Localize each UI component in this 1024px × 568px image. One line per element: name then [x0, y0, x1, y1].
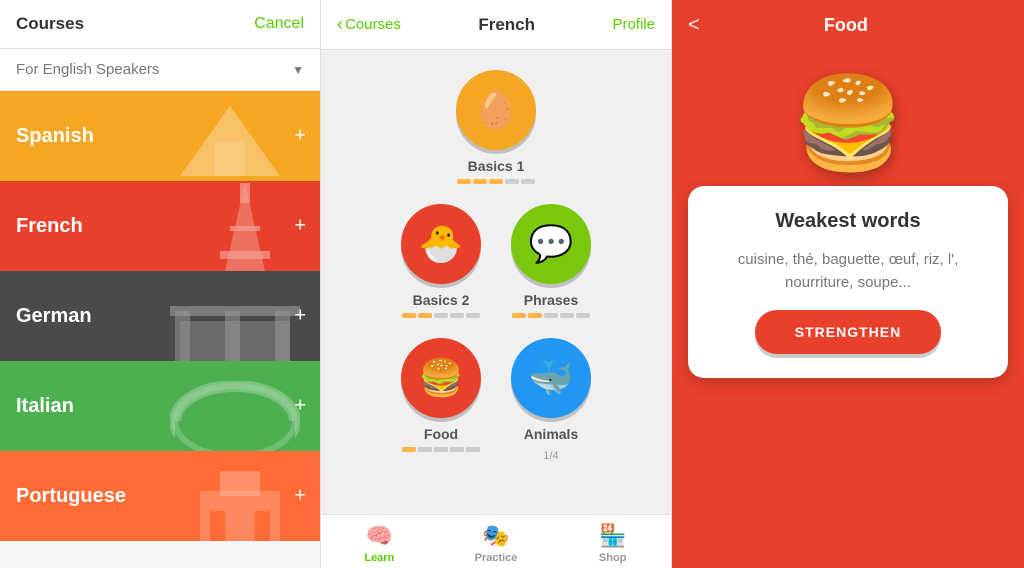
progress-segment: [473, 179, 487, 184]
course-item-german[interactable]: German +: [0, 271, 320, 361]
progress-segment: [434, 313, 448, 318]
skill-food[interactable]: 🍔 Food: [401, 338, 481, 462]
progress-segment: [544, 313, 558, 318]
back-label: Courses: [345, 16, 401, 33]
cancel-button[interactable]: Cancel: [254, 15, 304, 33]
progress-segment: [450, 313, 464, 318]
skill-progress-phrases: [512, 313, 590, 318]
french-header: ‹ Courses French Profile: [321, 0, 671, 50]
weakest-words-title: Weakest words: [775, 210, 920, 233]
add-course-icon[interactable]: +: [294, 395, 306, 418]
progress-segment: [434, 447, 448, 452]
add-course-icon[interactable]: +: [294, 485, 306, 508]
skills-container: 🥚 Basics 1 🐣 Basics 2 💬 Phrases 🍔 Food: [321, 50, 671, 514]
tab-label-practice: Practice: [475, 552, 518, 564]
progress-segment: [402, 447, 416, 452]
progress-segment: [489, 179, 503, 184]
burger-icon: 🍔: [792, 71, 904, 176]
progress-segment: [576, 313, 590, 318]
add-course-icon[interactable]: +: [294, 305, 306, 328]
skill-name-basics2: Basics 2: [413, 292, 470, 308]
skill-bubble-basics2[interactable]: 🐣: [401, 204, 481, 284]
courses-title: Courses: [16, 14, 84, 34]
skill-bubble-basics1[interactable]: 🥚: [456, 70, 536, 150]
tab-label-learn: Learn: [364, 552, 394, 564]
food-title: Food: [712, 15, 980, 36]
shop-icon: 🏪: [599, 523, 626, 549]
progress-segment: [512, 313, 526, 318]
weakest-words-list: cuisine, thé, baguette, œuf, riz, l', no…: [708, 249, 988, 294]
course-item-french[interactable]: French +: [0, 181, 320, 271]
progress-segment: [521, 179, 535, 184]
skill-name-basics1: Basics 1: [468, 158, 525, 174]
skill-name-food: Food: [424, 426, 458, 442]
practice-icon: 🎭: [482, 523, 509, 549]
filter-label: For English Speakers: [16, 61, 292, 78]
add-course-icon[interactable]: +: [294, 125, 306, 148]
profile-button[interactable]: Profile: [612, 16, 655, 33]
skill-name-phrases: Phrases: [524, 292, 578, 308]
course-item-italian[interactable]: Italian +: [0, 361, 320, 451]
dropdown-arrow-icon: ▼: [292, 63, 304, 77]
skill-basics1[interactable]: 🥚 Basics 1: [456, 70, 536, 184]
skill-progress-food: [402, 447, 480, 452]
skill-progress-basics1: [457, 179, 535, 184]
progress-segment: [418, 447, 432, 452]
skill-bubble-animals[interactable]: 🐳: [511, 338, 591, 418]
french-title: French: [478, 15, 535, 35]
filter-row[interactable]: For English Speakers ▼: [0, 49, 320, 91]
burger-illustration: 🍔: [672, 51, 1024, 186]
progress-segment: [560, 313, 574, 318]
skill-animals[interactable]: 🐳 Animals 1/4: [511, 338, 591, 462]
back-icon[interactable]: <: [688, 14, 700, 37]
food-header: < Food: [672, 0, 1024, 51]
tab-label-shop: Shop: [599, 552, 627, 564]
food-panel: < Food 🍔 Weakest words cuisine, thé, bag…: [672, 0, 1024, 568]
skill-phrases[interactable]: 💬 Phrases: [511, 204, 591, 318]
course-name: Spanish: [16, 125, 94, 148]
weakest-words-card: Weakest words cuisine, thé, baguette, œu…: [688, 186, 1008, 378]
course-name: German: [16, 305, 92, 328]
progress-segment: [466, 313, 480, 318]
progress-segment: [402, 313, 416, 318]
back-to-courses-button[interactable]: ‹ Courses: [337, 14, 401, 35]
tab-learn[interactable]: 🧠 Learn: [321, 523, 438, 564]
course-list: Spanish + French + German + Italian + Po…: [0, 91, 320, 568]
strengthen-button[interactable]: STRENGTHEN: [755, 310, 941, 354]
skill-bubble-phrases[interactable]: 💬: [511, 204, 591, 284]
tab-bar: 🧠 Learn 🎭 Practice 🏪 Shop: [321, 514, 671, 568]
progress-segment: [528, 313, 542, 318]
tab-practice[interactable]: 🎭 Practice: [438, 523, 555, 564]
skill-basics2[interactable]: 🐣 Basics 2: [401, 204, 481, 318]
french-panel: ‹ Courses French Profile 🥚 Basics 1 🐣 Ba…: [320, 0, 672, 568]
progress-segment: [505, 179, 519, 184]
course-name: Italian: [16, 395, 74, 418]
course-name: French: [16, 215, 83, 238]
add-course-icon[interactable]: +: [294, 215, 306, 238]
course-item-portuguese[interactable]: Portuguese +: [0, 451, 320, 541]
skill-progress-basics2: [402, 313, 480, 318]
progress-segment: [457, 179, 471, 184]
course-item-spanish[interactable]: Spanish +: [0, 91, 320, 181]
course-name: Portuguese: [16, 485, 126, 508]
progress-segment: [466, 447, 480, 452]
skill-sub-animals: 1/4: [543, 450, 558, 462]
skill-bubble-food[interactable]: 🍔: [401, 338, 481, 418]
learn-icon: 🧠: [366, 523, 393, 549]
tab-shop[interactable]: 🏪 Shop: [554, 523, 671, 564]
progress-segment: [450, 447, 464, 452]
chevron-left-icon: ‹: [337, 14, 343, 35]
skill-name-animals: Animals: [524, 426, 578, 442]
courses-header: Courses Cancel: [0, 0, 320, 49]
progress-segment: [418, 313, 432, 318]
courses-panel: Courses Cancel For English Speakers ▼ Sp…: [0, 0, 320, 568]
